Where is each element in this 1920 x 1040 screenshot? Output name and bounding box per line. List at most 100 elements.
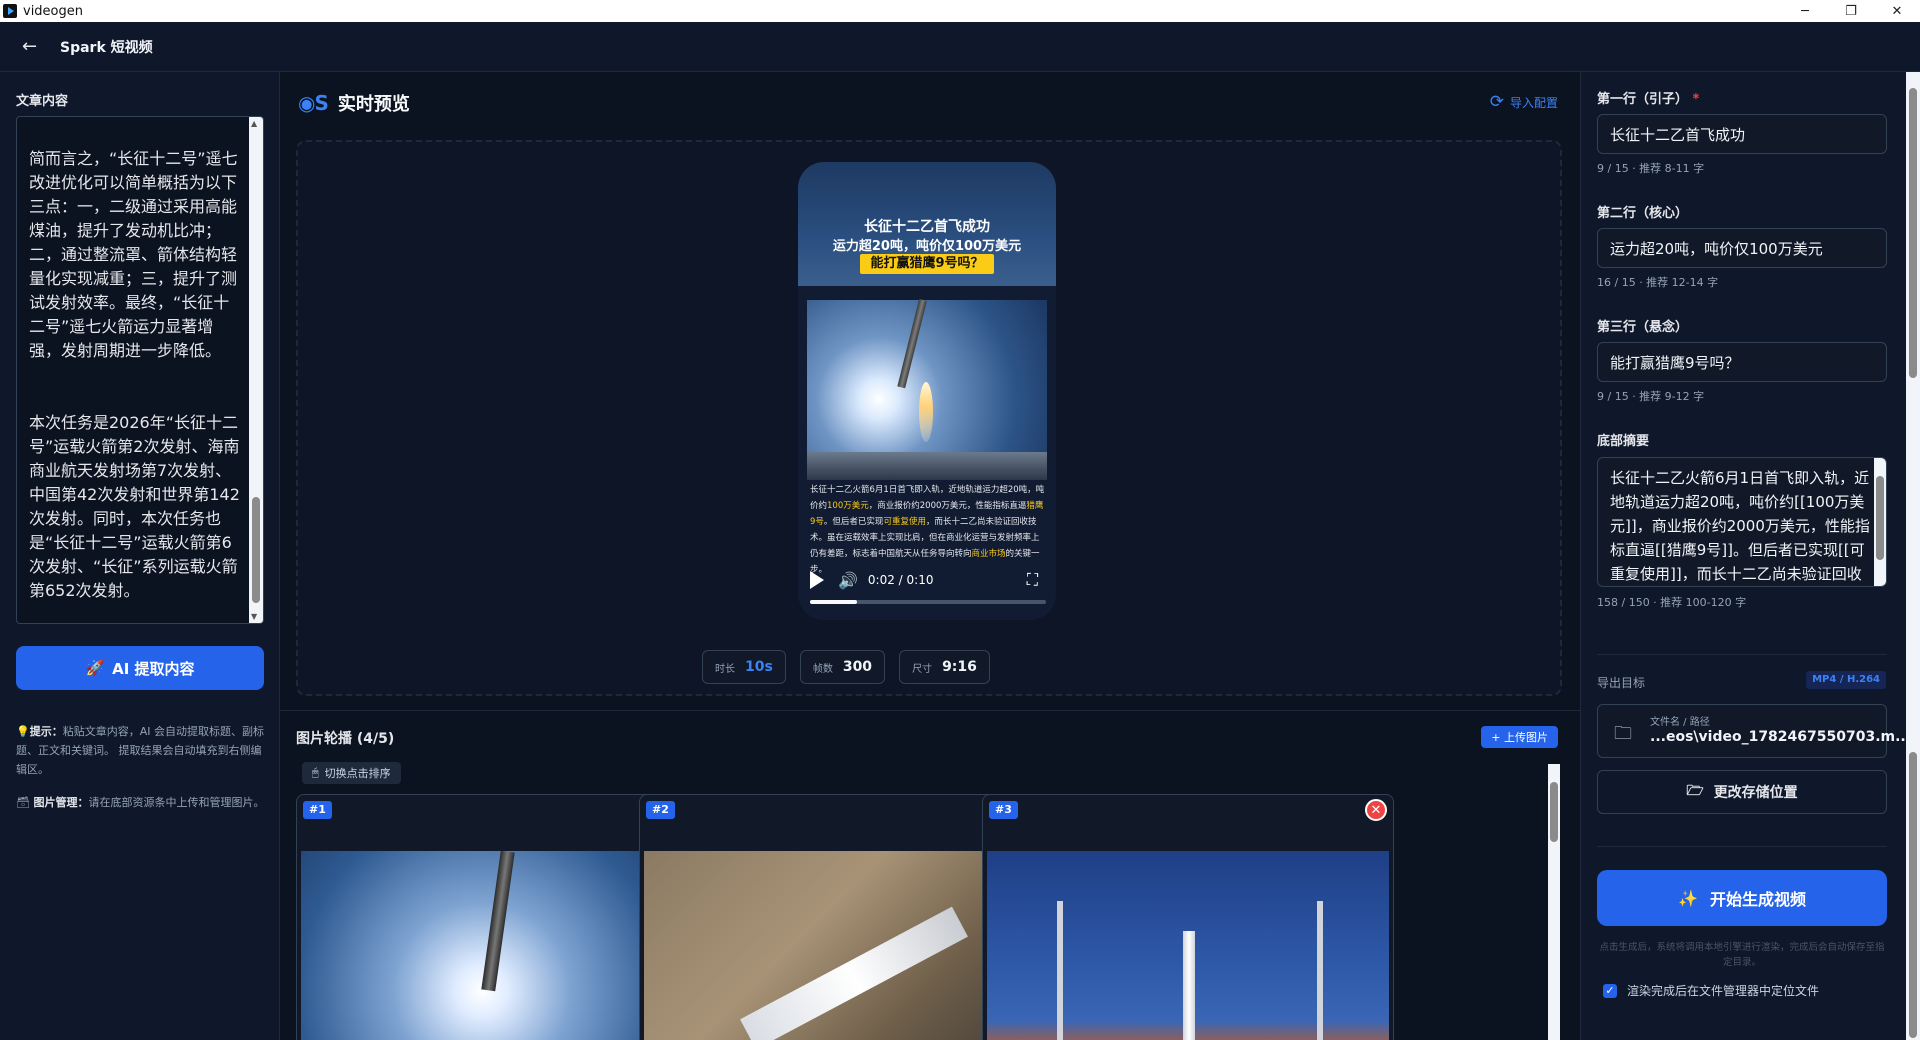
launch-pad-image [987,851,1389,1040]
play-icon[interactable] [810,571,824,589]
file-path-value: ...eos\video_1782467550703.m... [1650,729,1912,745]
page-scroll-thumb-lower[interactable] [1909,752,1917,1038]
video-time: 0:02 / 0:10 [867,573,934,587]
volume-icon[interactable]: 🔊 [838,571,858,590]
frames-chip: 帧数 300 [799,650,886,684]
window-controls: ─ ❐ ✕ [1782,0,1920,22]
rocket-flame-graphic [919,382,933,442]
summary-highlight: 商业市场 [971,549,1006,559]
window-title: videogen [23,3,83,19]
toggle-sort-label: 切换点击排序 [324,767,391,780]
generate-note: 点击生成后，系统将调用本地引擎进行渲染，完成后会自动保存至指定目录。 [1599,942,1885,968]
preview-title: 实时预览 [337,94,410,115]
article-textarea[interactable]: 简而言之，“长征十二号”遥七改进优化可以简单概括为以下三点：一，二级通过采用高能… [16,116,264,624]
image-index-badge: #2 [646,801,675,819]
tip-extract: 💡提示：粘贴文章内容，AI 会自动提取标题、副标题、正文和关键词。 提取结果会自… [16,722,266,779]
window-titlebar: videogen ─ ❐ ✕ [0,0,1920,22]
generate-video-button[interactable]: ✨ 开始生成视频 [1597,870,1887,926]
video-progress[interactable] [810,600,1046,604]
locate-file-checkbox[interactable]: ✓ [1603,983,1617,998]
tip-extract-title: 提示： [29,725,63,738]
back-arrow-icon[interactable]: ← [22,36,42,57]
article-scrollbar[interactable]: ▲ ▼ [249,117,263,623]
scroll-down-icon[interactable]: ▼ [251,612,257,621]
video-controls: 🔊 0:02 / 0:10 ⛶ [810,568,1046,592]
rocket-graphic [1183,931,1195,1040]
summary-text[interactable]: 长征十二乙火箭6月1日首飞即入轨，近地轨道运力超20吨，吨价约[[100万美元]… [1610,466,1872,586]
divider [280,710,1580,711]
preview-eye-icon: ◉S [298,91,329,115]
change-location-label: 更改存储位置 [1713,785,1798,801]
summary-highlight: 可重复使用 [883,517,926,527]
toggle-sort-button[interactable]: 🖱 切换点击排序 [302,762,401,784]
tip-images: 🗃 图片管理：请在底部资源条中上传和管理图片。 [16,793,266,812]
delete-image-icon[interactable]: ✕ [1365,799,1387,821]
line3-input[interactable]: 能打赢猎鹰9号吗？ [1597,342,1887,382]
file-path-box[interactable]: 🗀 文件名 / 路径 ...eos\video_1782467550703.m.… [1597,704,1911,758]
app-logo-icon [3,4,17,18]
page-scroll-thumb[interactable] [1909,88,1917,378]
fullscreen-icon[interactable]: ⛶ [1027,570,1038,590]
page-scrollbar[interactable] [1906,72,1920,1040]
editor-panel: 第一行（引子） * 长征十二乙首飞成功 9 / 15 · 推荐 8-11 字 第… [1580,72,1911,1040]
line1-hint: 9 / 15 · 推荐 8-11 字 [1597,162,1705,175]
gallery-scrollbar[interactable] [1548,764,1560,1040]
folder-move-icon: 🗁 [1686,783,1704,799]
line2-input[interactable]: 运力超20吨，吨价仅100万美元 [1597,228,1887,268]
article-scroll-thumb[interactable] [252,497,260,603]
line1-input[interactable]: 长征十二乙首飞成功 [1597,114,1887,154]
summary-hint: 158 / 150 · 推荐 100-120 字 [1597,596,1747,609]
chip-key: 时长 [715,663,735,675]
image-index-badge: #3 [989,801,1018,819]
required-mark: * [1692,92,1700,107]
line2-label: 第二行（核心） [1597,206,1689,221]
refresh-icon: ⟳ [1489,92,1504,112]
gallery-scroll-thumb[interactable] [1550,782,1558,842]
image-index-badge: #1 [303,801,332,819]
preview-header: ◉S 实时预览 [298,88,410,118]
video-line2: 运力超20吨，吨价仅100万美元 [832,239,1022,254]
maximize-button[interactable]: ❐ [1828,0,1874,22]
ai-extract-label: AI 提取内容 [112,659,195,678]
ground-graphic [807,452,1047,480]
video-progress-fill [810,600,858,604]
video-line3: 能打赢猎鹰9号吗？ [860,254,994,274]
preview-stage: 长征十二乙首飞成功 运力超20吨，吨价仅100万美元 能打赢猎鹰9号吗？ 长征十… [296,140,1562,696]
article-panel: 文章内容 简而言之，“长征十二号”遥七改进优化可以简单概括为以下三点：一，二级通… [0,72,280,1040]
mouse-icon: 🖱 [312,766,319,779]
tip-images-title: 图片管理： [33,796,89,809]
export-label: 导出目标 [1597,676,1646,690]
tips-section: 💡提示：粘贴文章内容，AI 会自动提取标题、副标题、正文和关键词。 提取结果会自… [16,722,266,826]
scroll-up-icon[interactable]: ▲ [251,119,257,128]
summary-text: 。但后者已实现 [823,517,884,527]
video-info-chips: 时长 10s 帧数 300 尺寸 9:16 [702,650,990,684]
change-location-button[interactable]: 🗁 更改存储位置 [1597,770,1887,814]
summary-textarea[interactable]: 长征十二乙火箭6月1日首飞即入轨，近地轨道运力超20吨，吨价约[[100万美元]… [1597,457,1887,587]
video-preview[interactable]: 长征十二乙首飞成功 运力超20吨，吨价仅100万美元 能打赢猎鹰9号吗？ 长征十… [798,162,1056,620]
magic-wand-icon: ✨ [1678,888,1698,908]
upload-image-button[interactable]: + 上传图片 [1481,726,1558,748]
chip-key: 帧数 [812,663,833,675]
line3-hint: 9 / 15 · 推荐 9-12 字 [1597,390,1705,403]
duration-chip: 时长 10s [702,650,786,684]
image-card[interactable]: #3 ✕ [982,794,1394,1040]
line2-hint: 16 / 15 · 推荐 12-14 字 [1597,276,1719,289]
summary-scroll-thumb[interactable] [1876,476,1884,560]
locate-file-label: 渲染完成后在文件管理器中定位文件 [1627,984,1820,998]
chip-key: 尺寸 [912,663,933,675]
image-carousel: #1 ✕ #2 ✕ #3 ✕ [296,794,1562,1040]
summary-scrollbar[interactable] [1874,458,1886,586]
gallery-title: 图片轮播 (4/5) [296,731,395,747]
ai-extract-button[interactable]: 🚀 AI 提取内容 [16,646,264,690]
format-badge: MP4 / H.264 [1806,671,1886,689]
tower-graphic [1057,901,1063,1040]
video-image [807,299,1047,480]
tip-images-text: 请在底部资源条中上传和管理图片。 [88,796,265,809]
close-window-button[interactable]: ✕ [1874,0,1920,22]
minimize-button[interactable]: ─ [1782,0,1828,22]
rocket-icon: 🚀 [85,659,105,677]
article-text[interactable]: 简而言之，“长征十二号”遥七改进优化可以简单概括为以下三点：一，二级通过采用高能… [29,147,245,603]
import-config-link[interactable]: ⟳ 导入配置 [1490,92,1558,112]
locate-file-option[interactable]: ✓ 渲染完成后在文件管理器中定位文件 [1603,982,1819,999]
import-config-label: 导入配置 [1509,95,1558,110]
